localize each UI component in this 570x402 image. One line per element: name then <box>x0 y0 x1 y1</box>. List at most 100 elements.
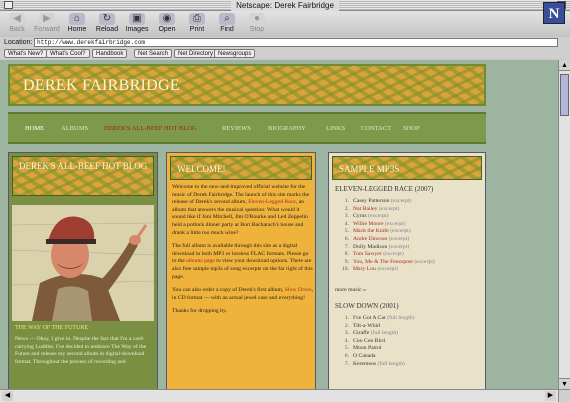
track-list-item: 5. Moon Patrol <box>339 345 485 353</box>
track-title-link[interactable]: Tom Sawyer <box>353 251 382 257</box>
track-title-link[interactable]: Nat Bailey <box>353 206 377 212</box>
album2-title: SLOW DOWN (2001) <box>335 302 399 310</box>
track-title-link[interactable]: Mack the Knife <box>353 228 389 234</box>
slow-down-link[interactable]: Slow Down <box>285 287 312 293</box>
find-icon: ⌕ <box>219 13 235 25</box>
welcome-paragraph-2: The full album is available through this… <box>172 243 313 280</box>
track-title-link[interactable]: Giraffe <box>353 330 369 336</box>
track-number: 4. <box>344 220 349 227</box>
nav-albums[interactable]: ALBUMS <box>61 125 88 132</box>
directory-button-what-s-cool[interactable]: What's Cool? <box>46 49 90 58</box>
track-title-link[interactable]: Coo Coo Bird <box>353 338 385 344</box>
track-tag[interactable]: (excerpt) <box>379 206 400 212</box>
vertical-scrollbar[interactable]: ▲ ▼ <box>558 60 570 389</box>
track-title-link[interactable]: Tilt-a-Whirl <box>353 323 381 329</box>
toolbar-button-label: Images <box>125 26 149 33</box>
site: DEREK FAIRBRIDGE HOME ALBUMS DEREK'S ALL-B… <box>8 64 486 389</box>
track-tag[interactable]: (full length) <box>377 361 404 367</box>
track-title-link[interactable]: Keremeos <box>353 361 376 367</box>
page-viewport: DEREK FAIRBRIDGE HOME ALBUMS DEREK'S ALL-B… <box>0 60 558 389</box>
track-tag[interactable]: (full length) <box>387 315 414 321</box>
track-list-item: 1. I've Got A Car (full length) <box>339 315 485 323</box>
resize-corner[interactable] <box>558 389 570 402</box>
close-box[interactable] <box>4 1 13 9</box>
track-title-link[interactable]: You, Me & The Fenorpost <box>353 259 413 265</box>
more-music-link[interactable]: more music » <box>335 287 366 295</box>
netscape-logo[interactable]: N <box>543 2 565 24</box>
reload-icon: ↻ <box>99 13 115 25</box>
location-field[interactable]: http://www.derekfairbridge.com <box>34 38 558 47</box>
stop-button[interactable]: ● Stop <box>244 13 270 35</box>
track-tag[interactable]: (excerpt) <box>389 244 410 250</box>
track-tag[interactable]: (excerpt) <box>377 266 398 272</box>
track-title-link[interactable]: O Canada <box>353 353 376 359</box>
print-button[interactable]: ⎙ Print <box>184 13 210 35</box>
samples-heading-box: SAMPLE MP3S <box>332 156 482 180</box>
blog-heading: DEREK'S ALL-BEEF HOT BLOG <box>19 161 148 171</box>
track-number: 1. <box>344 315 349 321</box>
toolbar-button-label: Reload <box>95 26 119 33</box>
nav-contact[interactable]: CONTACT <box>361 125 391 132</box>
track-tag[interactable]: (excerpt) <box>383 251 404 257</box>
track-title-link[interactable]: I've Got A Car <box>353 315 386 321</box>
nav-home[interactable]: HOME <box>25 125 44 132</box>
scroll-right-arrow-icon[interactable]: ▶ <box>545 391 556 401</box>
open-button[interactable]: ◉ Open <box>154 13 180 35</box>
open-icon: ◉ <box>159 13 175 25</box>
album1-track-list: 1. Casey Patterson (excerpt) 2. Nat Bailey … <box>339 198 485 274</box>
eleven-legged-race-link[interactable]: Eleven-Legged Race <box>248 199 296 205</box>
track-title-link[interactable]: Moon Patrol <box>353 345 382 351</box>
images-button[interactable]: ▣ Images <box>124 13 150 35</box>
scroll-up-arrow-icon[interactable]: ▲ <box>559 60 570 71</box>
reload-button[interactable]: ↻ Reload <box>94 13 120 35</box>
track-number: 1. <box>344 198 349 204</box>
track-title-link[interactable]: Willie Moore <box>353 221 384 227</box>
toolbar-button-label: Back <box>9 26 25 33</box>
track-tag[interactable]: (excerpt) <box>385 221 406 227</box>
track-number: 10. <box>341 266 349 273</box>
site-title[interactable]: DEREK FAIRBRIDGE <box>23 77 180 95</box>
samples-column: SAMPLE MP3S ELEVEN-LEGGED RACE (2007) 1.… <box>328 152 486 389</box>
track-title-link[interactable]: Mary Lou <box>353 266 376 272</box>
directory-button-net-search[interactable]: Net Search <box>134 49 173 58</box>
track-title-link[interactable]: Casey Patterson <box>353 198 390 204</box>
albums-page-link[interactable]: albums page <box>186 258 215 264</box>
track-tag[interactable]: (full length) <box>371 330 398 336</box>
track-tag[interactable]: (excerpt) <box>389 236 410 242</box>
nav-derek-s-all-beef-hot-blog[interactable]: DEREK'S ALL-BEEF HOT BLOG <box>104 125 197 132</box>
horizontal-scrollbar[interactable]: ◀ ▶ <box>0 389 558 402</box>
toolbar-button-label: Find <box>220 26 234 33</box>
vertical-scroll-thumb[interactable] <box>560 74 569 116</box>
find-button[interactable]: ⌕ Find <box>214 13 240 35</box>
scroll-left-arrow-icon[interactable]: ◀ <box>2 391 13 401</box>
nav-shop[interactable]: SHOP <box>403 125 420 132</box>
track-title-link[interactable]: Dolly Madison <box>353 244 387 250</box>
forward-arrow-icon: ▶ <box>39 13 55 25</box>
track-number: 4. <box>344 337 349 344</box>
directory-button-what-s-new[interactable]: What's New? <box>4 49 48 58</box>
blog-column: DEREK'S ALL-BEEF HOT BLOG THE WAY OF THE… <box>8 152 158 389</box>
track-title-link[interactable]: Andre Dawson <box>353 236 387 242</box>
blog-heading-box: DEREK'S ALL-BEEF HOT BLOG <box>12 156 154 196</box>
track-title-link[interactable]: Cyrus <box>353 213 367 219</box>
window-title-bar[interactable]: Netscape: Derek Fairbridge <box>0 0 570 11</box>
track-tag[interactable]: (excerpt) <box>368 213 389 219</box>
directory-button-handbook[interactable]: Handbook <box>92 49 128 58</box>
forward-button[interactable]: ▶ Forward <box>34 13 60 35</box>
home-button[interactable]: ⌂ Home <box>64 13 90 35</box>
track-tag[interactable]: (excerpt) <box>414 259 435 265</box>
nav-links[interactable]: LINKS <box>326 125 345 132</box>
directory-button-newsgroups[interactable]: Newsgroups <box>214 49 256 58</box>
toolbar-button-label: Print <box>189 26 205 33</box>
nav-biography[interactable]: BIOGRAPHY <box>268 125 306 132</box>
directory-button-net-directory[interactable]: Net Directory <box>174 49 218 58</box>
nav-reviews[interactable]: REVIEWS <box>222 125 251 132</box>
scroll-down-arrow-icon[interactable]: ▼ <box>559 378 570 389</box>
track-list-item: 3. Cyrus (excerpt) <box>339 213 485 221</box>
back-button[interactable]: ◀ Back <box>4 13 30 35</box>
blog-post-title[interactable]: THE WAY OF THE FUTURE <box>15 325 88 331</box>
man-in-helmet-illustration <box>12 205 154 321</box>
track-number: 8. <box>344 251 349 258</box>
track-tag[interactable]: (excerpt) <box>390 228 411 234</box>
track-tag[interactable]: (excerpt) <box>391 198 412 204</box>
